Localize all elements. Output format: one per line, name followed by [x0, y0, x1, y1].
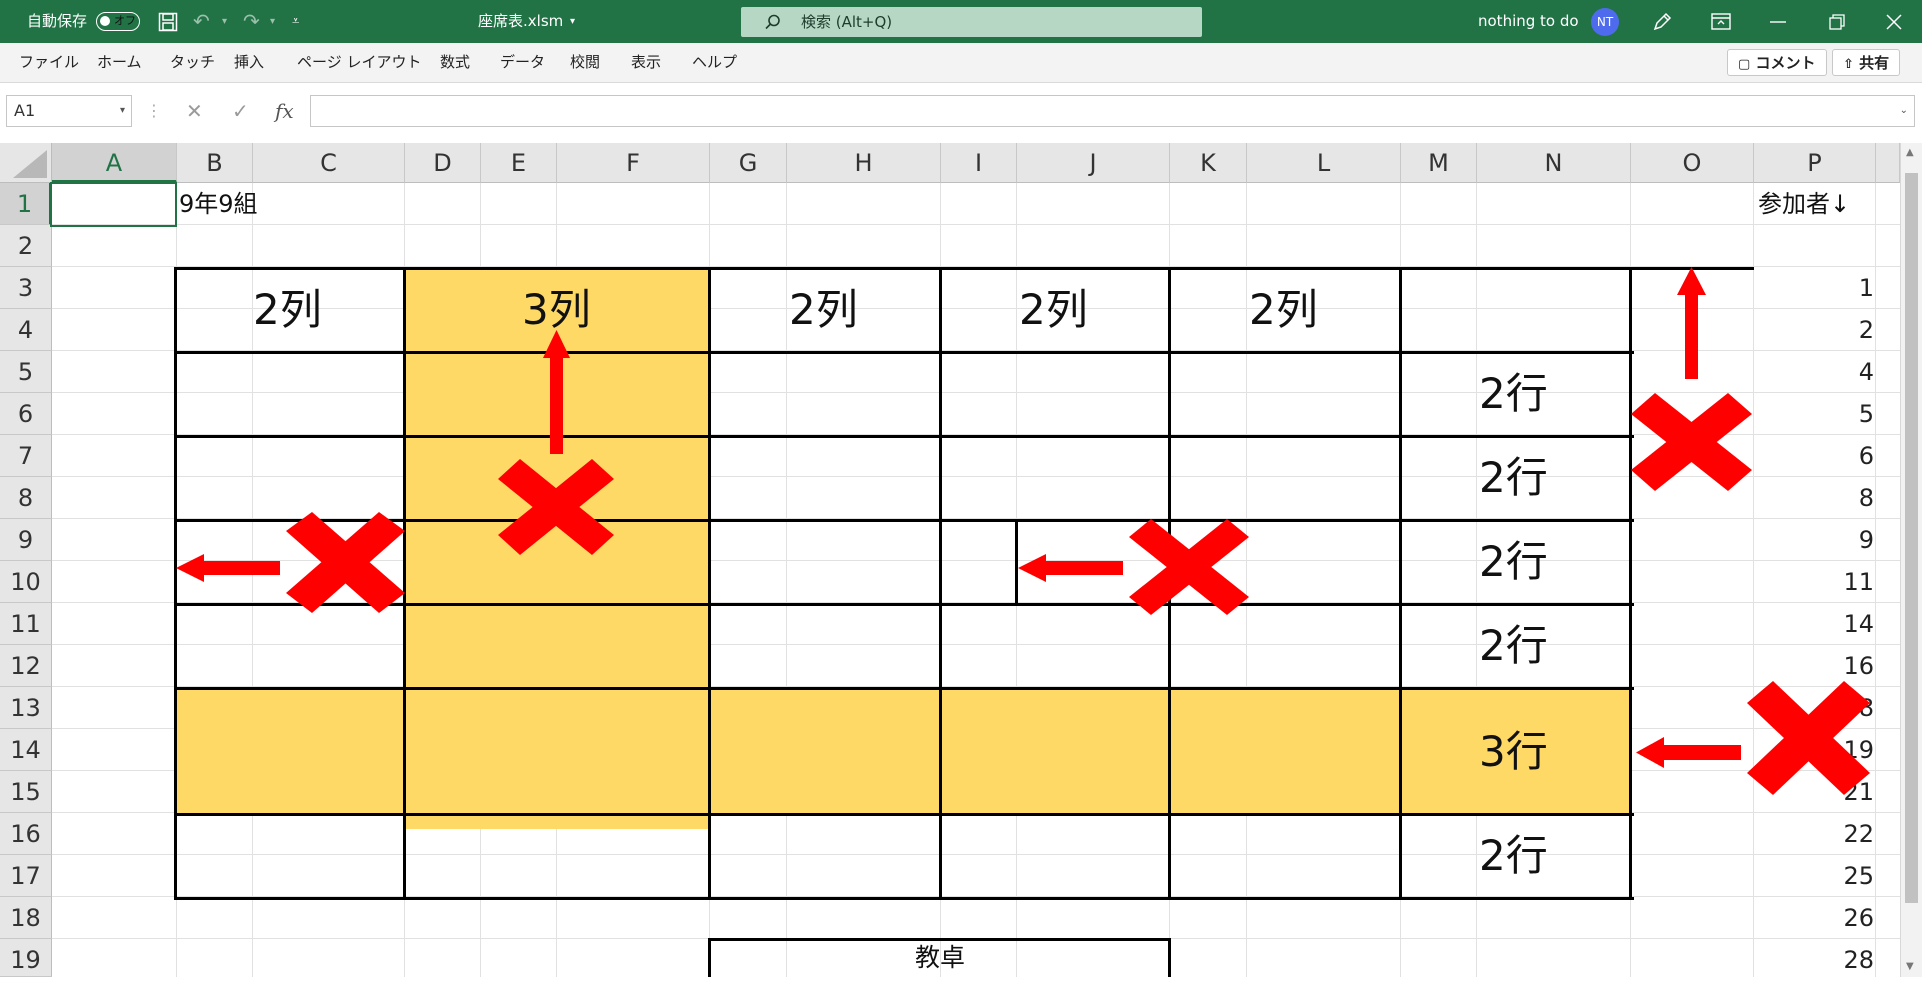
- tab-home[interactable]: ホーム: [97, 43, 142, 82]
- cross-mark-icon: [1747, 681, 1870, 795]
- formula-input[interactable]: ⌄: [310, 95, 1915, 127]
- share-icon: ⇧: [1843, 57, 1854, 72]
- scrollbar-thumb[interactable]: [1905, 173, 1918, 903]
- arrow-left-icon: [1018, 554, 1123, 582]
- search-icon: [765, 14, 780, 30]
- ribbon-display-icon[interactable]: [1711, 13, 1731, 30]
- name-box[interactable]: A1 ▾: [6, 95, 132, 127]
- save-icon[interactable]: [158, 12, 178, 32]
- arrow-up-icon: [1677, 267, 1706, 379]
- name-box-value: A1: [14, 101, 36, 120]
- cross-mark-icon: [498, 459, 614, 555]
- customize-toolbar-icon[interactable]: ⩡: [292, 0, 299, 43]
- expand-formula-icon[interactable]: ⌄: [1900, 96, 1908, 126]
- cancel-entry-icon[interactable]: ✕: [186, 95, 203, 127]
- tab-file[interactable]: ファイル: [19, 43, 79, 82]
- vertical-scrollbar[interactable]: ▲ ▼: [1900, 143, 1922, 977]
- autosave-label: 自動保存: [27, 12, 88, 30]
- restore-icon[interactable]: [1829, 14, 1845, 30]
- cross-mark-icon: [1631, 393, 1752, 491]
- arrow-left-icon: [176, 554, 280, 582]
- tab-page-layout[interactable]: ページ レイアウト: [297, 43, 421, 82]
- scroll-down-icon[interactable]: ▼: [1906, 961, 1914, 972]
- undo-icon[interactable]: ↶: [193, 0, 210, 43]
- redo-icon[interactable]: ↷: [243, 0, 260, 43]
- undo-dropdown-icon[interactable]: ▾: [222, 0, 227, 43]
- share-label: 共有: [1859, 54, 1890, 72]
- more-options-icon[interactable]: ⋮: [146, 95, 162, 127]
- annotation-layer: [176, 267, 1870, 795]
- tab-data[interactable]: データ: [500, 43, 545, 82]
- tab-help[interactable]: ヘルプ: [692, 43, 737, 82]
- tab-insert[interactable]: 挿入: [234, 43, 264, 82]
- insert-function-icon[interactable]: fx: [275, 95, 294, 127]
- avatar[interactable]: NT: [1591, 8, 1619, 36]
- share-button[interactable]: ⇧ 共有: [1832, 49, 1901, 76]
- comment-label: コメント: [1755, 54, 1816, 72]
- ribbon-tab-bar: ファイル ホーム タッチ 挿入 ページ レイアウト 数式 データ 校閲 表示 ヘ…: [0, 43, 1922, 83]
- user-name[interactable]: nothing to do: [1478, 0, 1579, 43]
- redo-dropdown-icon[interactable]: ▾: [270, 0, 275, 43]
- scroll-up-icon[interactable]: ▲: [1906, 147, 1914, 158]
- pen-icon[interactable]: [1652, 10, 1674, 32]
- file-dropdown-icon[interactable]: ▾: [570, 0, 575, 43]
- formula-bar: A1 ▾ ⋮ ✕ ✓ fx ⌄: [0, 83, 1922, 144]
- search-box[interactable]: 検索 (Alt+Q): [741, 7, 1202, 37]
- arrow-left-icon: [1636, 737, 1741, 768]
- search-placeholder: 検索 (Alt+Q): [801, 13, 893, 31]
- cross-mark-icon: [1129, 519, 1249, 615]
- arrow-up-icon: [543, 330, 570, 454]
- comment-icon: ▢: [1738, 57, 1751, 72]
- toggle-knob: [100, 16, 110, 26]
- chevron-down-icon[interactable]: ▾: [120, 96, 125, 126]
- comment-button[interactable]: ▢ コメント: [1727, 49, 1827, 76]
- minimize-icon[interactable]: [1770, 21, 1786, 23]
- tab-touch[interactable]: タッチ: [170, 43, 215, 82]
- tab-formulas[interactable]: 数式: [440, 43, 470, 82]
- tab-review[interactable]: 校閲: [570, 43, 600, 82]
- close-icon[interactable]: [1886, 14, 1902, 30]
- cross-mark-icon: [286, 512, 405, 613]
- title-bar: 自動保存 オフ ↶ ▾ ↷ ▾ ⩡ 座席表.xlsm ▾ 検索 (Alt+Q) …: [0, 0, 1922, 43]
- autosave-toggle[interactable]: オフ: [96, 12, 140, 31]
- worksheet-grid[interactable]: A B C D E F G H I J K L M N O P 1 2 3 4 …: [0, 143, 1922, 977]
- confirm-entry-icon[interactable]: ✓: [232, 95, 249, 127]
- autosave-state: オフ: [114, 14, 136, 27]
- tab-view[interactable]: 表示: [631, 43, 661, 82]
- file-name[interactable]: 座席表.xlsm: [478, 0, 563, 43]
